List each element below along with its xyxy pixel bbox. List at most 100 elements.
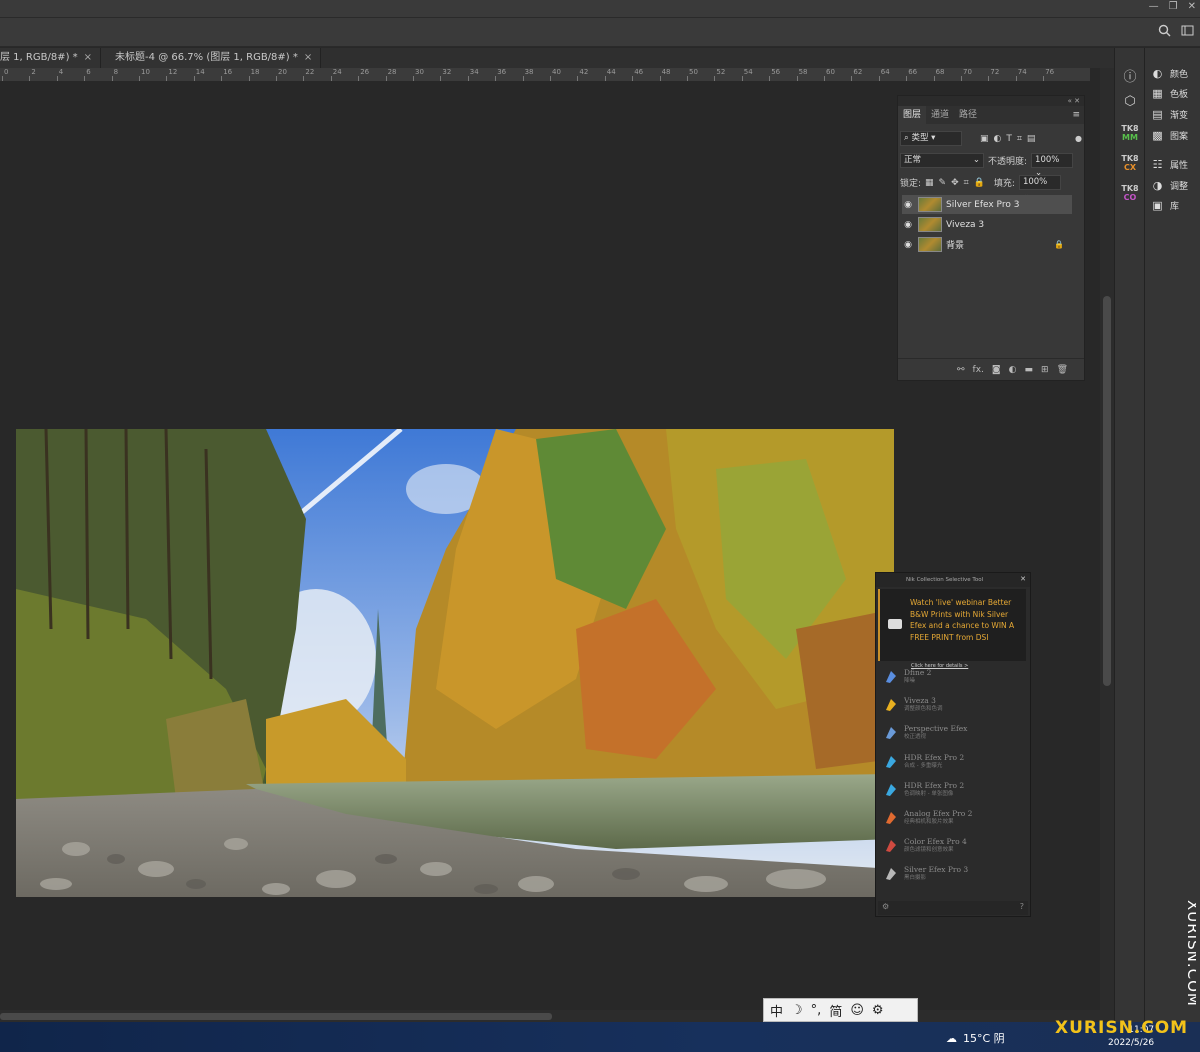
layer-row[interactable]: ◉ Silver Efex Pro 3 bbox=[902, 195, 1072, 214]
tab-close-icon[interactable]: × bbox=[304, 48, 312, 68]
eye-icon[interactable]: ◉ bbox=[902, 240, 914, 250]
nik-tool-icon bbox=[886, 699, 896, 712]
panel-adjustments[interactable]: ◑ 调整 bbox=[1151, 176, 1188, 194]
nik-tool-item[interactable]: Analog Efex Pro 2 经典相机和胶片效果 bbox=[878, 804, 1026, 832]
tab-document-2[interactable]: 未标题-4 @ 66.7% (图层 1, RGB/8#) * × bbox=[101, 48, 322, 68]
ime-emoji-icon[interactable]: ☺ bbox=[850, 1003, 864, 1018]
panel-swatches[interactable]: ▦ 色板 bbox=[1151, 84, 1188, 102]
filter-toggle[interactable]: ● bbox=[1075, 134, 1082, 143]
landscape-image bbox=[16, 429, 894, 897]
panel-menu-icon[interactable]: ≡ bbox=[1072, 106, 1084, 124]
eye-icon[interactable]: ◉ bbox=[902, 220, 914, 230]
nik-ad-banner[interactable]: Watch 'live' webinar Better B&W Prints w… bbox=[878, 589, 1026, 669]
ruler-tick-label: 40 bbox=[552, 68, 561, 76]
tab-channels[interactable]: 通道 bbox=[926, 106, 954, 124]
nik-tool-icon bbox=[886, 868, 896, 881]
title-bar bbox=[0, 0, 1200, 17]
link-icon[interactable]: ⚯ bbox=[957, 365, 965, 375]
nik-tool-item[interactable]: Silver Efex Pro 3 黑白摄影 bbox=[878, 860, 1026, 888]
nik-tool-icon bbox=[886, 783, 896, 796]
nik-tool-item[interactable]: Dfine 2 降噪 bbox=[878, 663, 1026, 691]
workspace-icon[interactable] bbox=[1181, 24, 1194, 37]
nik-tool-text: Color Efex Pro 4 颜色滤镜和创意效果 bbox=[904, 838, 967, 854]
close-button[interactable]: ✕ bbox=[1188, 1, 1196, 12]
lock-icons[interactable]: ▦✎✥⌗🔒 bbox=[925, 178, 990, 188]
tk8-cx-icon[interactable]: TK8 CX bbox=[1120, 154, 1140, 176]
nik-tool-text: HDR Efex Pro 2 合成 - 多重曝光 bbox=[904, 752, 965, 770]
nik-tool-item[interactable]: HDR Efex Pro 2 合成 - 多重曝光 bbox=[878, 748, 1026, 776]
opacity-input[interactable]: 100% ⌄ bbox=[1031, 153, 1074, 178]
3d-icon[interactable]: ⬡ bbox=[1121, 94, 1139, 112]
document-image[interactable] bbox=[16, 429, 894, 897]
nik-tool-subtitle: 经典相机和胶片效果 bbox=[904, 819, 954, 825]
nik-tool-icon bbox=[886, 840, 896, 853]
panel-color[interactable]: ◐ 颜色 bbox=[1151, 64, 1188, 82]
ime-simplified[interactable]: 简 bbox=[829, 1001, 842, 1020]
adjustment-layer-icon[interactable]: ◐ bbox=[1009, 365, 1017, 375]
color-icon: ◐ bbox=[1152, 66, 1163, 80]
tk8-co-icon[interactable]: TK8 CO bbox=[1120, 184, 1140, 206]
ruler-tick-label: 72 bbox=[990, 68, 1000, 76]
horizontal-scroll-thumb[interactable] bbox=[0, 1013, 552, 1020]
tab-document-1[interactable]: 层 1, RGB/8#) * × bbox=[0, 48, 102, 68]
document-tabs: 层 1, RGB/8#) * × 未标题-4 @ 66.7% (图层 1, RG… bbox=[0, 48, 1114, 68]
nik-tool-item[interactable]: Viveza 3 调整颜色和色调 bbox=[878, 691, 1026, 719]
ime-chinese-toggle[interactable]: 中 bbox=[770, 1001, 783, 1020]
tab-close-icon[interactable]: × bbox=[84, 48, 92, 68]
ruler-tick-label: 68 bbox=[935, 68, 945, 76]
blend-mode-select[interactable]: 正常 ⌄ bbox=[900, 153, 984, 168]
vertical-scroll-thumb[interactable] bbox=[1103, 296, 1111, 686]
ruler-tick-label: 24 bbox=[332, 68, 342, 76]
search-icon[interactable] bbox=[1158, 24, 1171, 37]
ruler-tick-label: 26 bbox=[360, 68, 370, 76]
window-controls: — ❐ ✕ bbox=[1149, 1, 1196, 12]
layer-row[interactable]: ◉ Viveza 3 bbox=[902, 215, 1072, 234]
ime-punctuation[interactable]: °, bbox=[811, 1003, 822, 1018]
nik-tool-name: HDR Efex Pro 2 bbox=[904, 752, 965, 762]
new-layer-icon[interactable]: ⊞ bbox=[1041, 365, 1049, 375]
tk8-mm-icon[interactable]: TK8 MM bbox=[1120, 124, 1140, 146]
info-icon[interactable]: ⓘ bbox=[1121, 66, 1139, 85]
nik-tool-item[interactable]: Perspective Efex 校正透视 bbox=[878, 719, 1026, 747]
tab-label: 未标题-4 @ 66.7% (图层 1, RGB/8#) * bbox=[115, 52, 298, 63]
ruler-tick-label: 30 bbox=[415, 68, 424, 76]
fill-input[interactable]: 100% ⌄ bbox=[1018, 175, 1061, 200]
panel-properties[interactable]: ☷ 属性 bbox=[1151, 155, 1188, 173]
panel-header[interactable]: « ✕ bbox=[898, 96, 1084, 106]
panel-libraries[interactable]: ▣ 库 bbox=[1151, 196, 1179, 214]
eye-icon[interactable]: ◉ bbox=[902, 200, 914, 210]
mask-icon[interactable]: ◙ bbox=[992, 365, 1001, 375]
layer-filter-select[interactable]: ⌕ 类型 ▾ bbox=[900, 131, 962, 146]
filter-icons[interactable]: ▣◐T⌗▤ bbox=[980, 134, 1040, 144]
tab-layers[interactable]: 图层 bbox=[898, 106, 927, 124]
ad-icon bbox=[888, 619, 902, 629]
layer-row[interactable]: ◉ 背景 🔒 bbox=[902, 235, 1072, 254]
options-bar bbox=[0, 17, 1200, 47]
nik-title[interactable]: Nik Collection Selective Tool bbox=[876, 573, 1030, 587]
help-icon[interactable]: ? bbox=[1020, 902, 1024, 911]
tab-paths[interactable]: 路径 bbox=[954, 106, 982, 124]
panel-gradient[interactable]: ▤ 渐变 bbox=[1151, 105, 1188, 123]
nik-tool-item[interactable]: HDR Efex Pro 2 色调映射 - 单张图像 bbox=[878, 776, 1026, 804]
nik-close-icon[interactable]: ✕ bbox=[1020, 575, 1026, 583]
panel-pattern[interactable]: ▩ 图案 bbox=[1151, 126, 1188, 144]
nik-tool-icon bbox=[886, 727, 896, 740]
nik-tool-subtitle: 颜色滤镜和创意效果 bbox=[904, 847, 954, 854]
minimize-button[interactable]: — bbox=[1149, 1, 1159, 12]
settings-icon[interactable]: ⚙ bbox=[882, 902, 889, 911]
ime-settings-icon[interactable]: ⚙ bbox=[872, 1003, 884, 1018]
ime-moon-icon[interactable]: ☽ bbox=[791, 1003, 803, 1018]
lock-row: 锁定: ▦✎✥⌗🔒 填充: 100% ⌄ bbox=[900, 175, 1082, 200]
weather-widget[interactable]: ☁ 15°C 阴 bbox=[946, 1030, 1005, 1046]
nik-tool-name: Color Efex Pro 4 bbox=[904, 837, 967, 847]
restore-button[interactable]: ❐ bbox=[1169, 1, 1178, 12]
fx-icon[interactable]: fx. bbox=[973, 365, 984, 375]
ruler-tick-label: 66 bbox=[908, 68, 918, 76]
taskbar bbox=[0, 1022, 1200, 1052]
ruler-tick-label: 8 bbox=[113, 68, 119, 76]
nik-tool-text: Analog Efex Pro 2 经典相机和胶片效果 bbox=[904, 810, 972, 826]
trash-icon[interactable]: 🗑 bbox=[1057, 365, 1068, 375]
ruler-tick-label: 10 bbox=[141, 68, 150, 76]
folder-icon[interactable]: ▬ bbox=[1025, 365, 1034, 375]
nik-tool-item[interactable]: Color Efex Pro 4 颜色滤镜和创意效果 bbox=[878, 832, 1026, 860]
